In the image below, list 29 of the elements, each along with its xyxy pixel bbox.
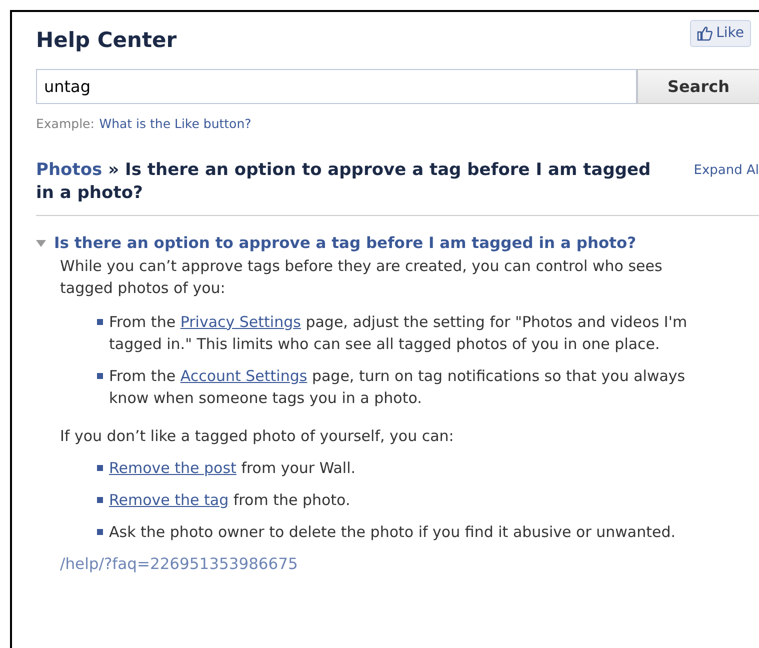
text-link[interactable]: Account Settings — [180, 366, 308, 385]
permalink[interactable]: /help/?faq=226951353986675 — [60, 552, 298, 576]
list-item-text: Remove the tag from the photo. — [109, 490, 350, 511]
bullet-icon — [97, 372, 103, 379]
answer-text: While you can’t approve tags before they are created, you can control who sees tagged photos of you: — [60, 256, 664, 299]
search-field[interactable]: untag — [36, 69, 637, 104]
list-item-text: Remove the post from your Wall. — [109, 458, 356, 479]
thumbs-up-icon — [697, 26, 714, 41]
expand-all-link[interactable]: Expand Al — [694, 160, 759, 205]
collapse-triangle-icon[interactable] — [36, 238, 46, 248]
list-item-text: From the Privacy Settings page, adjust the setting for "Photos and videos I'm tagged in." This limits who can see all tagged photos of you in one place. — [109, 312, 688, 355]
list-item-text: Ask the photo owner to delete the photo if you find it abusive or unwanted. — [109, 522, 676, 543]
example-link[interactable]: What is the Like button? — [99, 116, 252, 132]
breadcrumb-link[interactable]: Photos — [36, 160, 102, 180]
bullet-icon — [97, 318, 103, 325]
bullet-icon — [97, 464, 103, 471]
bullet-icon — [97, 528, 103, 535]
list-item-text: From the Account Settings page, turn on tag notifications so that you always know when someone tags you in a photo. — [109, 366, 686, 409]
search-button[interactable]: Search — [637, 69, 759, 104]
bullet-icon — [97, 496, 103, 503]
page-title: Help Center — [36, 28, 177, 54]
like-button[interactable]: Like — [690, 20, 751, 47]
breadcrumb-title: Photos » Is there an option to approve a tag before I am tagged in a photo? — [36, 158, 652, 205]
text-link[interactable]: Remove the tag — [109, 490, 229, 509]
answer-text: If you don’t like a tagged photo of yourself, you can: — [60, 426, 455, 447]
text-link[interactable]: Remove the post — [109, 458, 236, 477]
text-link[interactable]: Privacy Settings — [180, 312, 301, 331]
example-label: Example: — [36, 116, 94, 132]
question-link[interactable]: Is there an option to approve a tag before I am tagged in a photo? — [54, 232, 636, 255]
